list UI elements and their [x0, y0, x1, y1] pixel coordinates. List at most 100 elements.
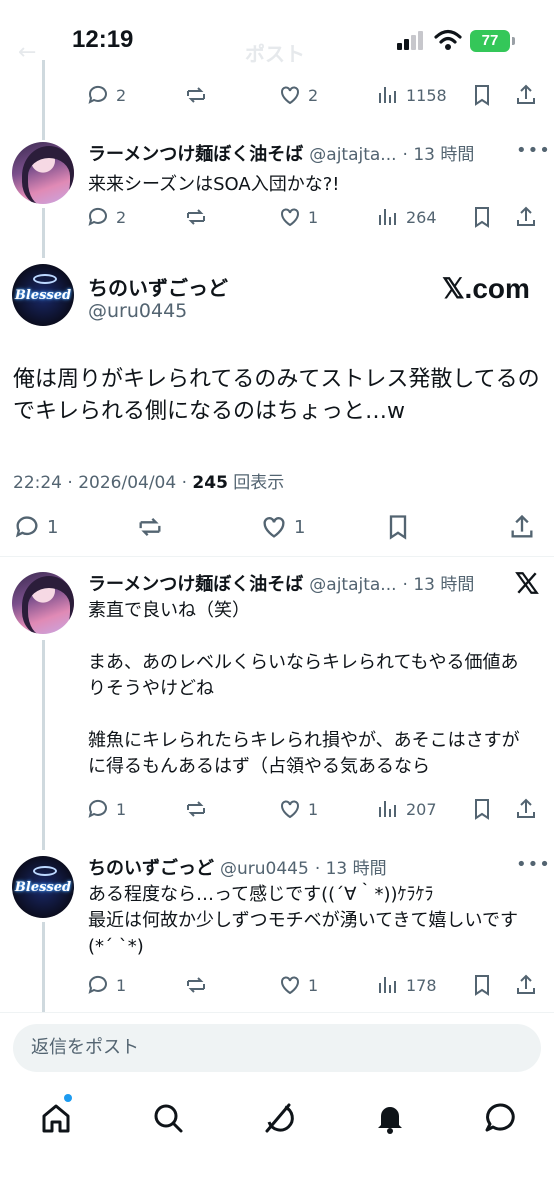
bookmark-button[interactable] — [470, 970, 494, 1000]
tab-search[interactable] — [150, 1100, 186, 1136]
bookmark-button[interactable] — [470, 202, 494, 232]
reply-button[interactable]: 2 — [86, 80, 126, 110]
avatar[interactable]: Blessed — [12, 264, 74, 326]
author-handle[interactable]: @uru0445 — [220, 859, 309, 879]
tab-grok[interactable] — [260, 1100, 296, 1136]
avatar[interactable] — [12, 572, 74, 634]
views-count: 178 — [406, 975, 437, 995]
bookmark-button[interactable] — [384, 510, 412, 544]
reply-icon — [88, 975, 107, 994]
tweet-text: ある程度なら…って感じです((´∀｀*))ｹﾗｹﾗ 最近は何故か少しずつモチベが… — [88, 884, 519, 957]
author-name[interactable]: ラーメンつけ麺ぼく油そば — [88, 570, 303, 596]
tweet-time[interactable]: · 13 時間 — [403, 570, 475, 595]
tweet-text: 来来シーズンはSOA入団かな?! — [88, 174, 340, 195]
author-name[interactable]: ラーメンつけ麺ぼく油そば — [88, 140, 303, 166]
bottom-tab-bar — [0, 1090, 554, 1150]
share-button[interactable] — [514, 202, 538, 232]
repost-button[interactable] — [184, 202, 208, 232]
like-count: 1 — [294, 516, 306, 538]
reply-count: 1 — [116, 799, 127, 819]
reply-icon — [88, 85, 107, 104]
divider — [0, 556, 554, 557]
tweet-actions: 1 1 178 — [86, 970, 540, 1000]
like-icon — [281, 976, 299, 995]
share-button[interactable] — [514, 794, 538, 824]
like-button[interactable]: 2 — [278, 80, 318, 110]
like-count: 1 — [308, 207, 319, 227]
repost-button[interactable] — [184, 794, 208, 824]
divider — [0, 1012, 554, 1013]
status-bar: ← ポスト 12:19 77 — [0, 0, 554, 70]
share-button[interactable] — [508, 510, 536, 544]
tab-messages[interactable] — [482, 1100, 518, 1136]
tweet-time[interactable]: · 13 時間 — [403, 140, 475, 165]
share-icon — [517, 974, 535, 994]
reply-count: 1 — [116, 975, 127, 995]
share-button[interactable] — [514, 80, 538, 110]
thread-line — [42, 922, 45, 1012]
search-icon — [154, 1104, 183, 1133]
messages-icon — [485, 1103, 515, 1132]
views-count: 264 — [406, 207, 437, 227]
header-title: ポスト — [245, 42, 305, 66]
like-button[interactable]: 1 — [278, 202, 318, 232]
share-icon — [517, 798, 535, 818]
reply-button[interactable]: 2 — [86, 202, 126, 232]
tweet-actions: 2 1 264 — [86, 202, 540, 232]
main-tweet-actions: 1 1 — [0, 510, 554, 544]
author-name[interactable]: ちのいずごっど — [88, 272, 228, 301]
thread-line — [42, 640, 45, 850]
repost-icon — [139, 518, 161, 536]
back-arrow-icon[interactable]: ← — [18, 40, 36, 65]
tab-notifications[interactable] — [372, 1100, 408, 1136]
avatar-logo-text: Blessed — [14, 287, 72, 303]
bookmark-icon — [389, 515, 407, 540]
share-icon — [511, 514, 533, 538]
home-notification-dot — [64, 1094, 72, 1102]
reply-button[interactable]: 1 — [86, 970, 126, 1000]
bookmark-button[interactable] — [470, 794, 494, 824]
repost-button[interactable] — [136, 510, 164, 544]
repost-button[interactable] — [184, 80, 208, 110]
reply-button[interactable]: 1 — [86, 794, 126, 824]
like-icon — [281, 208, 299, 227]
wifi-icon — [434, 29, 462, 50]
tweet-time[interactable]: · 13 時間 — [315, 854, 387, 879]
reply-button[interactable]: 1 — [13, 510, 58, 544]
author-name[interactable]: ちのいずごっど — [88, 854, 214, 880]
tweet-text: 素直で良いね（笑） まあ、あのレベルくらいならキレられてもやる価値ありそうやけど… — [88, 600, 520, 777]
repost-icon — [187, 209, 205, 225]
timestamp[interactable]: 22:24 · 2026/04/04 · — [13, 473, 192, 493]
repost-button[interactable] — [184, 970, 208, 1000]
like-button[interactable]: 1 — [260, 510, 305, 544]
author-handle[interactable]: @uru0445 — [88, 300, 187, 322]
x-com-logo: 𝕏.com — [442, 273, 530, 304]
avatar[interactable]: Blessed — [12, 856, 74, 918]
like-count: 1 — [308, 799, 319, 819]
like-button[interactable]: 1 — [278, 794, 318, 824]
views-button[interactable]: 264 — [376, 202, 437, 232]
like-button[interactable]: 1 — [278, 970, 318, 1000]
views-icon — [379, 977, 396, 993]
tab-home[interactable] — [38, 1100, 74, 1136]
share-button[interactable] — [514, 970, 538, 1000]
more-options-icon[interactable]: ••• — [516, 140, 551, 161]
repost-icon — [187, 801, 205, 817]
bookmark-button[interactable] — [470, 80, 494, 110]
author-handle[interactable]: @ajtajta... — [309, 575, 396, 595]
avatar[interactable] — [12, 142, 74, 204]
views-icon — [379, 209, 396, 225]
views-button[interactable]: 1158 — [376, 80, 447, 110]
like-icon — [281, 86, 299, 105]
repost-icon — [187, 87, 205, 103]
author-handle[interactable]: @ajtajta... — [309, 145, 396, 165]
more-options-icon[interactable]: ••• — [516, 854, 551, 875]
views-count: 1158 — [406, 85, 447, 105]
reply-input[interactable]: 返信をポスト — [13, 1024, 541, 1072]
views-button[interactable]: 207 — [376, 794, 437, 824]
views-icon — [379, 87, 396, 103]
views-button[interactable]: 178 — [376, 970, 437, 1000]
reply-icon — [88, 207, 107, 226]
view-count: 245 — [192, 473, 228, 493]
reply-icon — [88, 799, 107, 818]
